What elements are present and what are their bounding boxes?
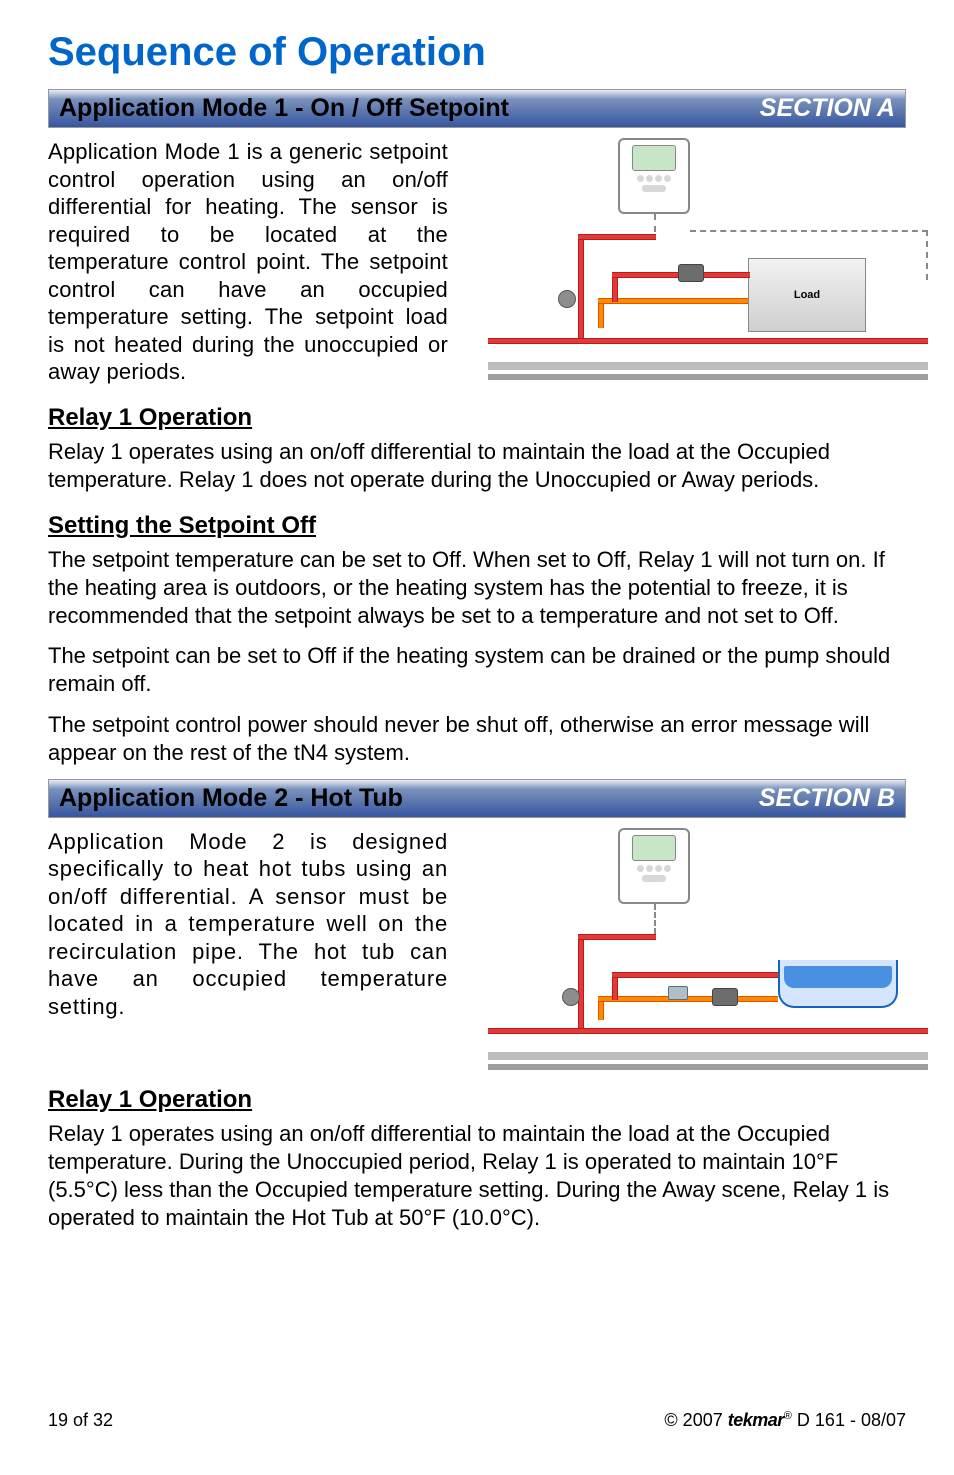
- wire-line-b: [654, 904, 656, 934]
- supply-main-b: [488, 1028, 928, 1034]
- wire-line: [654, 214, 656, 232]
- section-b-diagram: [468, 828, 928, 1068]
- relay1-body-a: Relay 1 operates using an on/off differe…: [48, 438, 906, 494]
- section-a-diagram: Load: [468, 138, 928, 378]
- section-a-intro: Application Mode 1 is a generic setpoint…: [48, 138, 448, 386]
- setoff-head: Setting the Setpoint Off: [48, 512, 906, 540]
- load-box: Load: [748, 258, 866, 332]
- setoff-p2: The setpoint can be set to Off if the he…: [48, 642, 906, 698]
- doc-number: D 161 - 08/07: [797, 1410, 906, 1430]
- thermostat-icon: [618, 138, 690, 214]
- section-a-title: Application Mode 1 - On / Off Setpoint: [59, 94, 509, 123]
- section-a-bar: Application Mode 1 - On / Off Setpoint S…: [48, 89, 906, 128]
- supply-riser: [578, 234, 584, 340]
- dash-horizontal: [690, 230, 928, 232]
- reg-mark: ®: [784, 1410, 792, 1422]
- return-band-1: [488, 362, 928, 370]
- section-b-intro: Application Mode 2 is designed specifica…: [48, 828, 448, 1068]
- mix-horizontal-b: [598, 996, 778, 1002]
- section-b-title: Application Mode 2 - Hot Tub: [59, 784, 403, 813]
- section-b-bar: Application Mode 2 - Hot Tub SECTION B: [48, 779, 906, 818]
- red-to-tub: [612, 972, 778, 978]
- page-footer: 19 of 32 © 2007 tekmar® D 161 - 08/07: [0, 1410, 954, 1431]
- relay1-head-a: Relay 1 Operation: [48, 404, 906, 432]
- page-number: 19 of 32: [48, 1410, 113, 1431]
- pump-icon-b: [562, 988, 580, 1006]
- relay1-head-b: Relay 1 Operation: [48, 1086, 906, 1114]
- sensor-icon: [668, 986, 688, 1000]
- hot-tub-icon: [778, 960, 898, 1008]
- supply-to-thermo-b: [578, 934, 656, 940]
- mix-horizontal: [598, 298, 748, 304]
- return-band-2: [488, 374, 928, 380]
- section-b-label: SECTION B: [759, 784, 895, 813]
- footer-right: © 2007 tekmar® D 161 - 08/07: [664, 1410, 906, 1431]
- dash-vertical: [926, 230, 928, 280]
- copyright: © 2007: [664, 1410, 722, 1430]
- pump-icon: [558, 290, 576, 308]
- relay1-body-b: Relay 1 operates using an on/off differe…: [48, 1120, 906, 1233]
- setoff-p3: The setpoint control power should never …: [48, 711, 906, 767]
- valve-icon: [678, 264, 704, 282]
- load-label: Load: [794, 289, 820, 301]
- supply-to-thermo: [578, 234, 656, 240]
- thermostat-icon-b: [618, 828, 690, 904]
- supply-riser-b: [578, 934, 584, 1030]
- brand-name: tekmar: [728, 1410, 784, 1430]
- setoff-p1: The setpoint temperature can be set to O…: [48, 546, 906, 630]
- return-band-2b: [488, 1064, 928, 1070]
- page-title: Sequence of Operation: [48, 30, 906, 75]
- return-band-1b: [488, 1052, 928, 1060]
- section-a-label: SECTION A: [760, 94, 895, 123]
- valve-icon-b: [712, 988, 738, 1006]
- supply-main: [488, 338, 928, 344]
